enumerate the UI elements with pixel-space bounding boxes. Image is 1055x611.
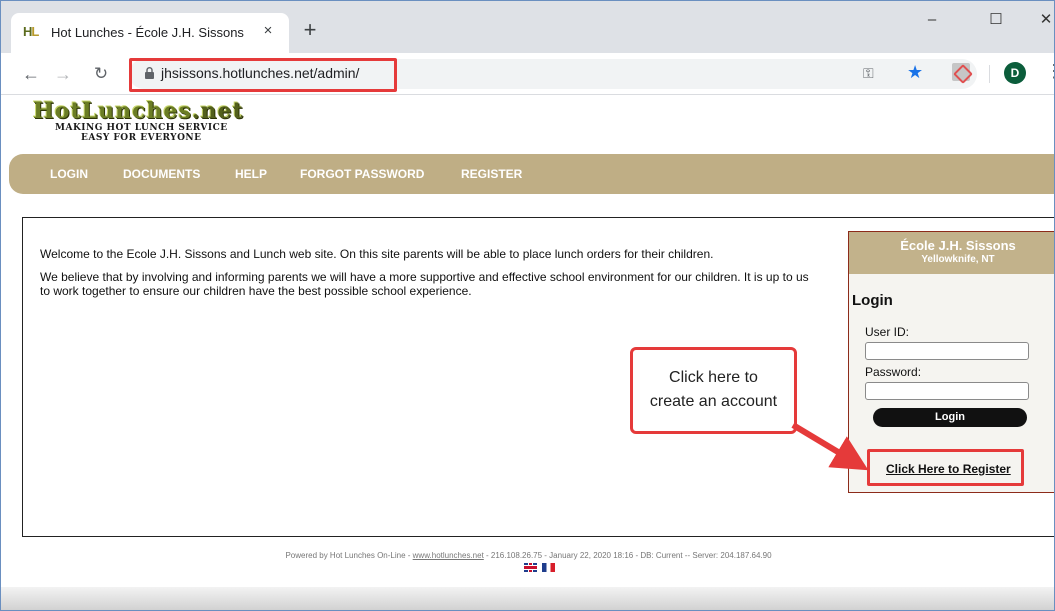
browser-tab[interactable]: HL Hot Lunches - École J.H. Sissons × (11, 13, 289, 53)
welcome-paragraph-2: We believe that by involving and informi… (40, 270, 809, 298)
language-flags (524, 563, 560, 573)
logo-tagline-1: MAKING HOT LUNCH SERVICE (55, 123, 228, 133)
reload-icon[interactable]: ↻ (89, 63, 113, 87)
page-bottom-bar (1, 587, 1054, 610)
school-location: Yellowknife, NT (921, 254, 995, 265)
hotlunches-logo[interactable]: HotLunches.net MAKING HOT LUNCH SERVICE … (33, 98, 263, 150)
callout-line-2: create an account (649, 393, 778, 410)
nav-register-link[interactable]: REGISTER (461, 167, 522, 181)
school-header: École J.H. Sissons Yellowknife, NT (849, 232, 1054, 274)
back-arrow-icon[interactable]: ← (19, 63, 43, 87)
welcome-paragraph-1: Welcome to the Ecole J.H. Sissons and Lu… (40, 247, 714, 261)
login-button[interactable]: Login (873, 408, 1027, 427)
logo-tagline-2: EASY FOR EVERYONE (81, 133, 202, 143)
footer-suffix: - 216.108.26.75 - January 22, 2020 18:16… (483, 551, 772, 560)
maximize-window-icon[interactable]: ☐ (981, 5, 1011, 35)
tab-title: Hot Lunches - École J.H. Sissons (51, 25, 244, 40)
new-tab-plus-icon[interactable]: + (300, 19, 320, 41)
content-panel: Welcome to the Ecole J.H. Sissons and Lu… (22, 217, 1054, 537)
password-input[interactable] (865, 382, 1029, 400)
page-footer: Powered by Hot Lunches On-Line - www.hot… (1, 551, 1054, 560)
tab-strip: HL Hot Lunches - École J.H. Sissons × + … (1, 1, 1054, 53)
nav-documents-link[interactable]: DOCUMENTS (123, 167, 200, 181)
key-icon[interactable]: ⚿ (863, 65, 874, 82)
school-name: École J.H. Sissons (900, 238, 1016, 253)
forward-arrow-icon[interactable]: → (51, 63, 75, 87)
pdf-extension-icon[interactable] (952, 63, 970, 81)
userid-input[interactable] (865, 342, 1029, 360)
register-highlight-box (867, 449, 1024, 486)
flag-uk-icon[interactable] (524, 563, 537, 572)
footer-hotlunches-link[interactable]: www.hotlunches.net (413, 551, 484, 560)
kebab-menu-icon[interactable]: ⋮ (1045, 61, 1054, 81)
password-label: Password: (865, 365, 922, 379)
callout-line-1: Click here to (669, 369, 758, 386)
browser-window: HL Hot Lunches - École J.H. Sissons × + … (0, 0, 1055, 611)
minimize-window-icon[interactable]: – (917, 5, 947, 35)
toolbar-divider (989, 65, 990, 83)
logo-wordmark: HotLunches.net (33, 98, 244, 124)
bookmark-star-icon[interactable]: ★ (907, 62, 923, 83)
welcome-message: Welcome to the Ecole J.H. Sissons and Lu… (40, 247, 820, 307)
userid-label: User ID: (865, 325, 910, 339)
footer-prefix: Powered by Hot Lunches On-Line - (285, 551, 413, 560)
web-page: HotLunches.net MAKING HOT LUNCH SERVICE … (1, 96, 1054, 610)
hotlunches-favicon-icon: HL (23, 24, 39, 39)
close-window-icon[interactable]: ✕ (1031, 5, 1054, 35)
url-highlight-box (129, 58, 397, 92)
annotation-callout: Click here to create an account (630, 347, 797, 434)
main-nav: LOGIN DOCUMENTS HELP FORGOT PASSWORD REG… (9, 154, 1054, 194)
flag-fr-icon[interactable] (542, 563, 555, 572)
login-heading: Login (852, 292, 893, 309)
nav-help-link[interactable]: HELP (235, 167, 267, 181)
nav-login-link[interactable]: LOGIN (50, 167, 88, 181)
nav-forgot-password-link[interactable]: FORGOT PASSWORD (300, 167, 424, 181)
profile-avatar[interactable]: D (1004, 62, 1026, 84)
tab-close-icon[interactable]: × (259, 22, 277, 40)
